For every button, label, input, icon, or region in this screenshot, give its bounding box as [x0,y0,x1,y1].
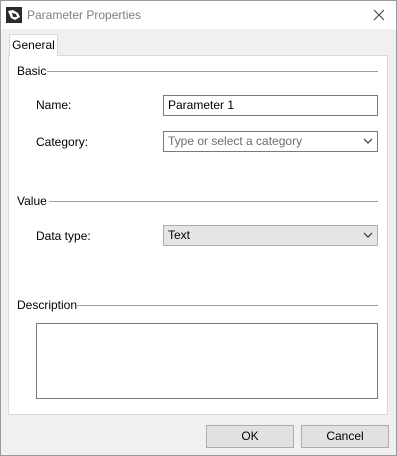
name-input[interactable]: Parameter 1 [163,95,378,116]
description-textarea[interactable] [36,323,378,399]
category-label: Category: [36,135,89,149]
group-description-divider [77,305,378,306]
close-icon [373,9,385,21]
group-description-label: Description [17,298,84,312]
category-placeholder: Type or select a category [168,134,303,148]
group-basic-divider [47,71,378,72]
app-icon [6,7,22,23]
title-bar[interactable]: Parameter Properties [1,1,396,29]
tab-panel-general: Basic Name: Parameter 1 Category: Type o… [8,55,388,415]
tab-general[interactable]: General [9,34,58,56]
data-type-selected: Text [168,228,191,242]
group-value-divider [49,201,378,202]
group-value-label: Value [17,194,53,208]
cancel-button[interactable]: Cancel [301,425,389,448]
name-label: Name: [36,98,72,112]
ok-button[interactable]: OK [206,425,294,448]
window-title: Parameter Properties [27,8,142,22]
close-button[interactable] [362,1,396,29]
data-type-label: Data type: [36,229,91,243]
category-combobox[interactable]: Type or select a category [163,131,378,152]
data-type-dropdown[interactable]: Text [163,225,378,246]
dialog-window: Parameter Properties General Basic Name:… [0,0,397,456]
chevron-down-icon[interactable] [363,232,373,239]
chevron-down-icon[interactable] [363,138,373,145]
